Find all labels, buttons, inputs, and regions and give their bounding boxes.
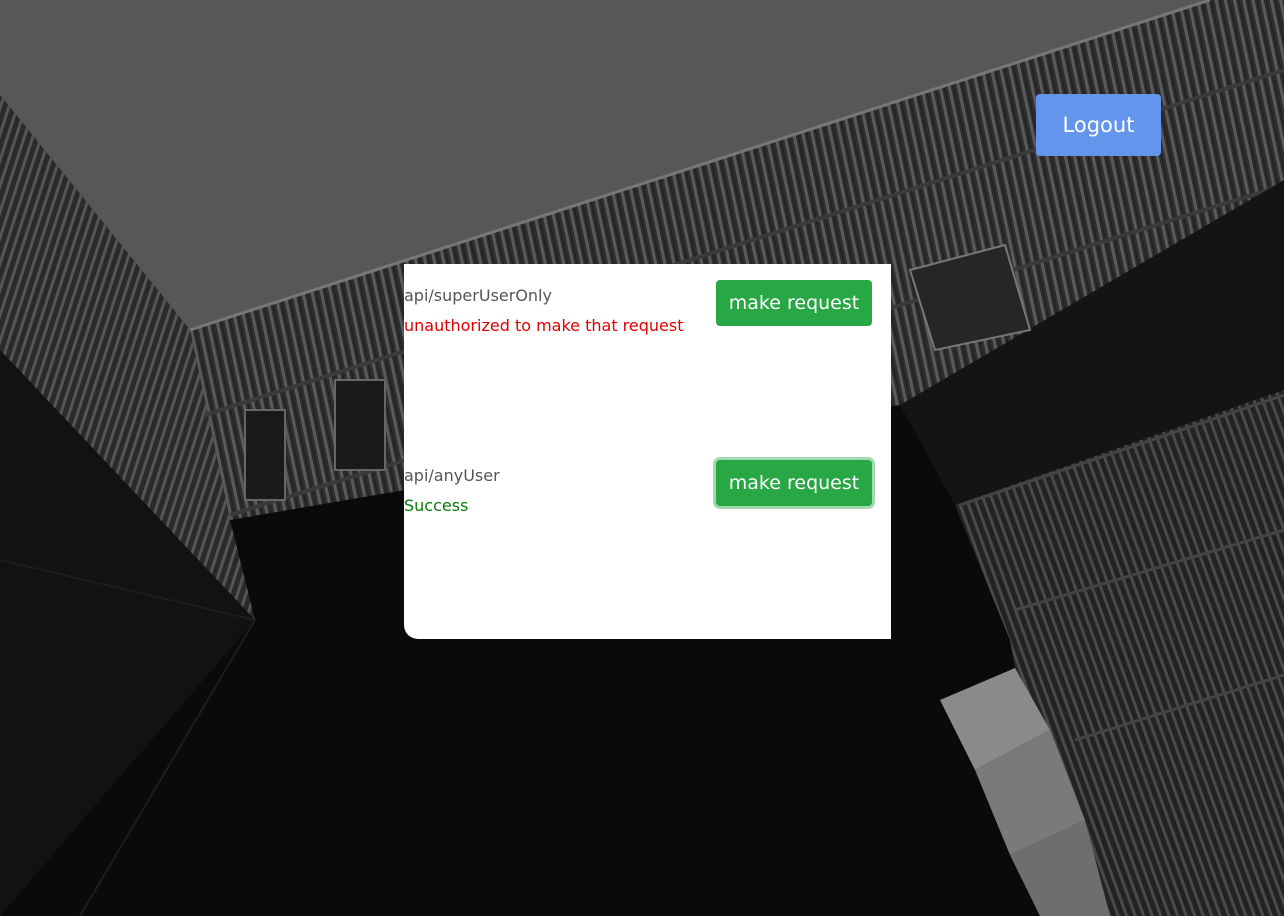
- endpoint-path-label: api/anyUser: [404, 466, 500, 485]
- make-request-button-any-user[interactable]: make request: [716, 460, 872, 506]
- make-request-button-super-user-only[interactable]: make request: [716, 280, 872, 326]
- endpoint-status-message: Success: [404, 496, 469, 515]
- endpoint-path-label: api/superUserOnly: [404, 286, 552, 305]
- endpoint-row-super-user-only: api/superUserOnly make request unauthori…: [404, 274, 891, 414]
- request-panel: api/superUserOnly make request unauthori…: [404, 264, 891, 639]
- page-background: Logout api/superUserOnly make request un…: [0, 0, 1284, 916]
- endpoint-status-message: unauthorized to make that request: [404, 316, 684, 335]
- endpoint-row-any-user: api/anyUser make request Success: [404, 454, 891, 594]
- logout-button[interactable]: Logout: [1036, 94, 1161, 156]
